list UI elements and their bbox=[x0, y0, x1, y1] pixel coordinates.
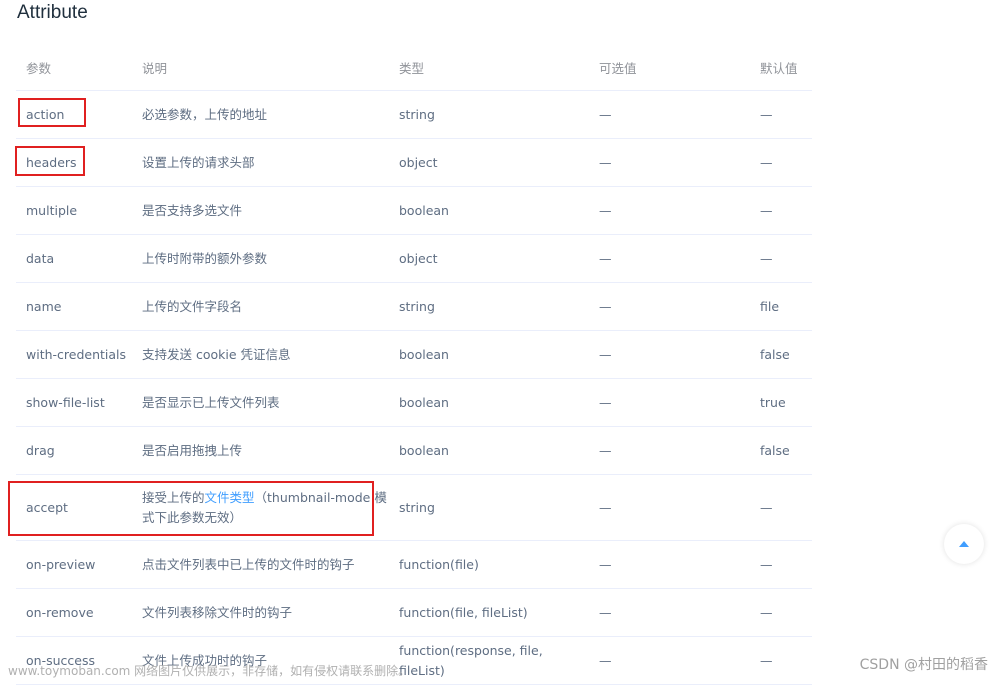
cell-default: — bbox=[750, 636, 812, 685]
cell-options: — bbox=[589, 90, 750, 139]
caret-up-icon bbox=[959, 541, 969, 547]
cell-param: name bbox=[16, 282, 132, 331]
cell-param: on-remove bbox=[16, 588, 132, 637]
file-type-link[interactable]: 文件类型 bbox=[205, 490, 255, 505]
cell-options: — bbox=[589, 636, 750, 685]
watermark-left: www.toymoban.com 网络图片仅供展示，非存储，如有侵权请联系删除。 bbox=[8, 664, 411, 678]
cell-default: file bbox=[750, 282, 812, 331]
back-to-top-button[interactable] bbox=[944, 524, 984, 564]
cell-description: 上传的文件字段名 bbox=[132, 282, 389, 331]
header-param: 参数 bbox=[16, 44, 132, 91]
cell-type: boolean bbox=[389, 426, 589, 475]
cell-default: — bbox=[750, 138, 812, 187]
cell-options: — bbox=[589, 474, 750, 541]
table-row: on-preview 点击文件列表中已上传的文件时的钩子 function(fi… bbox=[16, 540, 812, 589]
cell-param: on-preview bbox=[16, 540, 132, 589]
cell-default: — bbox=[750, 90, 812, 139]
cell-type: string bbox=[389, 474, 589, 541]
cell-param: action bbox=[16, 90, 132, 139]
cell-type: boolean bbox=[389, 330, 589, 379]
cell-options: — bbox=[589, 426, 750, 475]
header-options: 可选值 bbox=[589, 44, 750, 91]
table-row: headers 设置上传的请求头部 object — — bbox=[16, 138, 812, 187]
cell-description: 文件列表移除文件时的钩子 bbox=[132, 588, 389, 637]
cell-options: — bbox=[589, 282, 750, 331]
cell-type: boolean bbox=[389, 378, 589, 427]
cell-param: drag bbox=[16, 426, 132, 475]
table-row: multiple 是否支持多选文件 boolean — — bbox=[16, 186, 812, 235]
header-description: 说明 bbox=[132, 44, 389, 91]
table-row: data 上传时附带的额外参数 object — — bbox=[16, 234, 812, 283]
cell-description: 是否显示已上传文件列表 bbox=[132, 378, 389, 427]
cell-param: data bbox=[16, 234, 132, 283]
table-row: name 上传的文件字段名 string — file bbox=[16, 282, 812, 331]
table-row: drag 是否启用拖拽上传 boolean — false bbox=[16, 426, 812, 475]
cell-default: — bbox=[750, 474, 812, 541]
cell-param: with-credentials bbox=[16, 330, 132, 379]
table-row: show-file-list 是否显示已上传文件列表 boolean — tru… bbox=[16, 378, 812, 427]
cell-param: show-file-list bbox=[16, 378, 132, 427]
table-row: action 必选参数，上传的地址 string — — bbox=[16, 90, 812, 139]
cell-type: object bbox=[389, 234, 589, 283]
watermark-right: CSDN @村田的稻香 bbox=[859, 657, 988, 673]
cell-type: function(file, fileList) bbox=[389, 588, 589, 637]
cell-default: — bbox=[750, 234, 812, 283]
cell-description: 点击文件列表中已上传的文件时的钩子 bbox=[132, 540, 389, 589]
cell-description: 必选参数，上传的地址 bbox=[132, 90, 389, 139]
table-row: with-credentials 支持发送 cookie 凭证信息 boolea… bbox=[16, 330, 812, 379]
cell-description: 上传时附带的额外参数 bbox=[132, 234, 389, 283]
cell-type: string bbox=[389, 90, 589, 139]
cell-type: string bbox=[389, 282, 589, 331]
cell-options: — bbox=[589, 234, 750, 283]
cell-type: function(response, file, fileList) bbox=[389, 636, 589, 685]
cell-param: headers bbox=[16, 138, 132, 187]
header-type: 类型 bbox=[389, 44, 589, 91]
cell-default: false bbox=[750, 330, 812, 379]
cell-description: 是否支持多选文件 bbox=[132, 186, 389, 235]
cell-options: — bbox=[589, 378, 750, 427]
cell-default: — bbox=[750, 588, 812, 637]
section-title: Attribute bbox=[17, 2, 88, 23]
cell-default: — bbox=[750, 186, 812, 235]
table-row: on-remove 文件列表移除文件时的钩子 function(file, fi… bbox=[16, 588, 812, 637]
header-default: 默认值 bbox=[750, 44, 812, 91]
cell-description: 是否启用拖拽上传 bbox=[132, 426, 389, 475]
cell-type: boolean bbox=[389, 186, 589, 235]
cell-default: — bbox=[750, 540, 812, 589]
cell-options: — bbox=[589, 588, 750, 637]
cell-default: false bbox=[750, 426, 812, 475]
cell-options: — bbox=[589, 540, 750, 589]
cell-options: — bbox=[589, 186, 750, 235]
cell-options: — bbox=[589, 330, 750, 379]
cell-param: multiple bbox=[16, 186, 132, 235]
cell-description: 设置上传的请求头部 bbox=[132, 138, 389, 187]
cell-description: 接受上传的文件类型（thumbnail-mode 模式下此参数无效） bbox=[132, 474, 389, 541]
cell-description: 支持发送 cookie 凭证信息 bbox=[132, 330, 389, 379]
cell-type: function(file) bbox=[389, 540, 589, 589]
table-row: accept 接受上传的文件类型（thumbnail-mode 模式下此参数无效… bbox=[16, 474, 812, 541]
cell-options: — bbox=[589, 138, 750, 187]
attribute-table: 参数 说明 类型 可选值 默认值 action 必选参数，上传的地址 strin… bbox=[16, 44, 812, 685]
table-header-row: 参数 说明 类型 可选值 默认值 bbox=[16, 44, 812, 91]
cell-param: accept bbox=[16, 474, 132, 541]
cell-type: object bbox=[389, 138, 589, 187]
cell-default: true bbox=[750, 378, 812, 427]
desc-text: 接受上传的 bbox=[142, 489, 205, 505]
